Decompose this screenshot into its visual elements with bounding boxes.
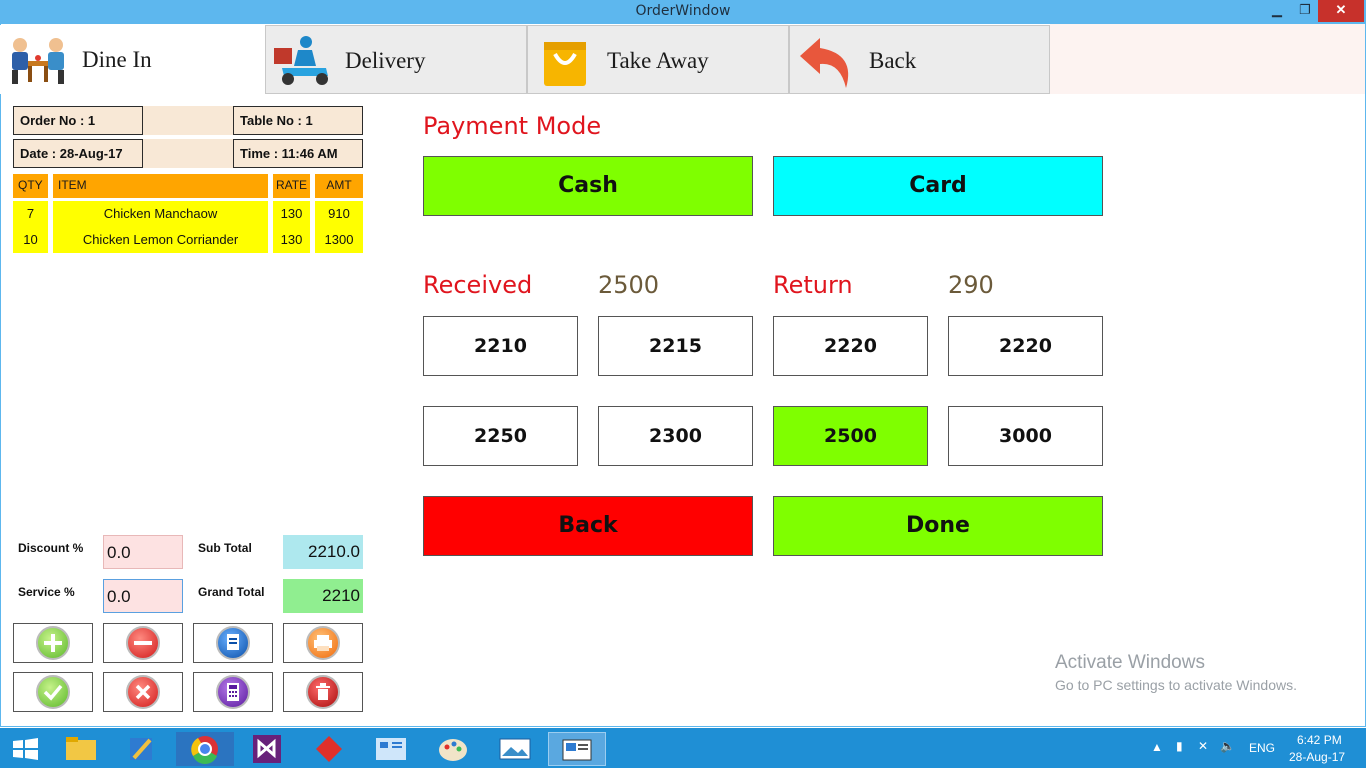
close-button[interactable]: ✕ bbox=[1318, 0, 1364, 22]
cell-qty: 7 bbox=[13, 201, 48, 227]
received-label: Received bbox=[423, 271, 533, 299]
payment-mode-title: Payment Mode bbox=[423, 112, 602, 140]
paint-icon[interactable] bbox=[424, 732, 482, 766]
tab-dine-in-label: Dine In bbox=[82, 47, 152, 72]
done-button[interactable]: Done bbox=[773, 496, 1103, 556]
amount-button[interactable]: 3000 bbox=[948, 406, 1103, 466]
chrome-icon[interactable] bbox=[176, 732, 234, 766]
discount-input[interactable]: 0.0 bbox=[103, 535, 183, 569]
tab-take-away[interactable]: Take Away bbox=[527, 25, 789, 94]
cell-rate: 130 bbox=[273, 201, 310, 227]
column-header-item: ITEM bbox=[53, 174, 268, 198]
start-button[interactable] bbox=[12, 737, 40, 761]
dining-people-icon bbox=[6, 31, 66, 87]
document-icon bbox=[216, 626, 250, 660]
amount-button[interactable]: 2220 bbox=[773, 316, 928, 376]
print-button[interactable] bbox=[283, 623, 363, 663]
cell-item: Chicken Manchaow bbox=[53, 201, 268, 227]
tab-take-away-label: Take Away bbox=[607, 48, 709, 73]
amount-button[interactable]: 2220 bbox=[948, 316, 1103, 376]
column-header-qty: QTY bbox=[13, 174, 48, 198]
delivery-scooter-icon bbox=[272, 32, 332, 88]
title-bar: OrderWindow ▁ ❐ ✕ bbox=[0, 0, 1366, 24]
volume-icon[interactable]: 🔈 bbox=[1220, 739, 1235, 753]
clock-time[interactable]: 6:42 PM bbox=[1297, 733, 1342, 747]
payment-back-button[interactable]: Back bbox=[423, 496, 753, 556]
card-button[interactable]: Card bbox=[773, 156, 1103, 216]
visual-studio-icon[interactable] bbox=[238, 732, 296, 766]
confirm-button[interactable] bbox=[13, 672, 93, 712]
grandtotal-label: Grand Total bbox=[198, 585, 265, 599]
tab-delivery[interactable]: Delivery bbox=[265, 25, 527, 94]
subtotal-value: 2210.0 bbox=[283, 535, 363, 569]
discount-label: Discount % bbox=[18, 541, 84, 555]
amount-button[interactable]: 2215 bbox=[598, 316, 753, 376]
amount-button[interactable]: 2300 bbox=[598, 406, 753, 466]
cell-qty: 10 bbox=[13, 227, 48, 253]
order-window-taskbar-icon[interactable] bbox=[548, 732, 606, 766]
cell-amt: 910 bbox=[315, 201, 363, 227]
check-icon bbox=[36, 675, 70, 709]
return-value: 290 bbox=[948, 271, 994, 299]
tab-bar-filler bbox=[1050, 24, 1365, 94]
minimize-button[interactable]: ▁ bbox=[1264, 0, 1290, 22]
photo-viewer-icon[interactable] bbox=[486, 732, 544, 766]
activate-windows-hint: Go to PC settings to activate Windows. bbox=[1055, 677, 1297, 693]
cancel-icon bbox=[126, 675, 160, 709]
service-input[interactable]: 0.0 bbox=[103, 579, 183, 613]
cancel-button[interactable] bbox=[103, 672, 183, 712]
amount-button-selected[interactable]: 2500 bbox=[773, 406, 928, 466]
clock-date[interactable]: 28-Aug-17 bbox=[1289, 750, 1345, 764]
add-icon bbox=[36, 626, 70, 660]
info-filler bbox=[143, 106, 233, 135]
activate-windows-watermark: Activate Windows bbox=[1055, 652, 1205, 673]
print-icon bbox=[306, 626, 340, 660]
order-date: Date : 28-Aug-17 bbox=[13, 139, 143, 168]
return-label: Return bbox=[773, 271, 853, 299]
table-number: Table No : 1 bbox=[233, 106, 363, 135]
calculator-icon bbox=[216, 675, 250, 709]
tools-app-icon[interactable] bbox=[114, 732, 172, 766]
shopping-bag-icon bbox=[540, 32, 600, 88]
red-app-icon[interactable] bbox=[300, 732, 358, 766]
delete-icon bbox=[306, 675, 340, 709]
windows-logo-icon bbox=[13, 738, 38, 760]
received-value: 2500 bbox=[598, 271, 660, 299]
cell-amt: 1300 bbox=[315, 227, 363, 253]
grandtotal-value: 2210 bbox=[283, 579, 363, 613]
view-bill-button[interactable] bbox=[193, 623, 273, 663]
file-explorer-icon[interactable] bbox=[52, 732, 110, 766]
service-label: Service % bbox=[18, 585, 75, 599]
cell-item: Chicken Lemon Corriander bbox=[53, 227, 268, 253]
tab-back[interactable]: Back bbox=[789, 25, 1050, 94]
remove-item-button[interactable] bbox=[103, 623, 183, 663]
order-time: Time : 11:46 AM bbox=[233, 139, 363, 168]
tab-delivery-label: Delivery bbox=[345, 48, 426, 73]
column-header-rate: RATE bbox=[273, 174, 310, 198]
battery-icon[interactable]: ▮ bbox=[1176, 739, 1183, 753]
amount-button[interactable]: 2210 bbox=[423, 316, 578, 376]
cell-rate: 130 bbox=[273, 227, 310, 253]
amount-button[interactable]: 2250 bbox=[423, 406, 578, 466]
column-header-amt: AMT bbox=[315, 174, 363, 198]
maximize-button[interactable]: ❐ bbox=[1292, 0, 1318, 22]
back-arrow-icon bbox=[796, 32, 856, 88]
network-icon[interactable]: ✕ bbox=[1198, 739, 1208, 753]
window-title: OrderWindow bbox=[635, 3, 731, 19]
language-indicator[interactable]: ENG bbox=[1249, 741, 1275, 755]
calculator-button[interactable] bbox=[193, 672, 273, 712]
control-panel-icon[interactable] bbox=[362, 732, 420, 766]
remove-icon bbox=[126, 626, 160, 660]
add-item-button[interactable] bbox=[13, 623, 93, 663]
show-hidden-icons-icon[interactable]: ▲ bbox=[1151, 740, 1163, 754]
order-number: Order No : 1 bbox=[13, 106, 143, 135]
delete-button[interactable] bbox=[283, 672, 363, 712]
subtotal-label: Sub Total bbox=[198, 541, 252, 555]
cash-button[interactable]: Cash bbox=[423, 156, 753, 216]
tab-back-label: Back bbox=[869, 48, 917, 73]
info-filler bbox=[143, 139, 233, 168]
tab-dine-in[interactable]: Dine In bbox=[0, 25, 265, 94]
